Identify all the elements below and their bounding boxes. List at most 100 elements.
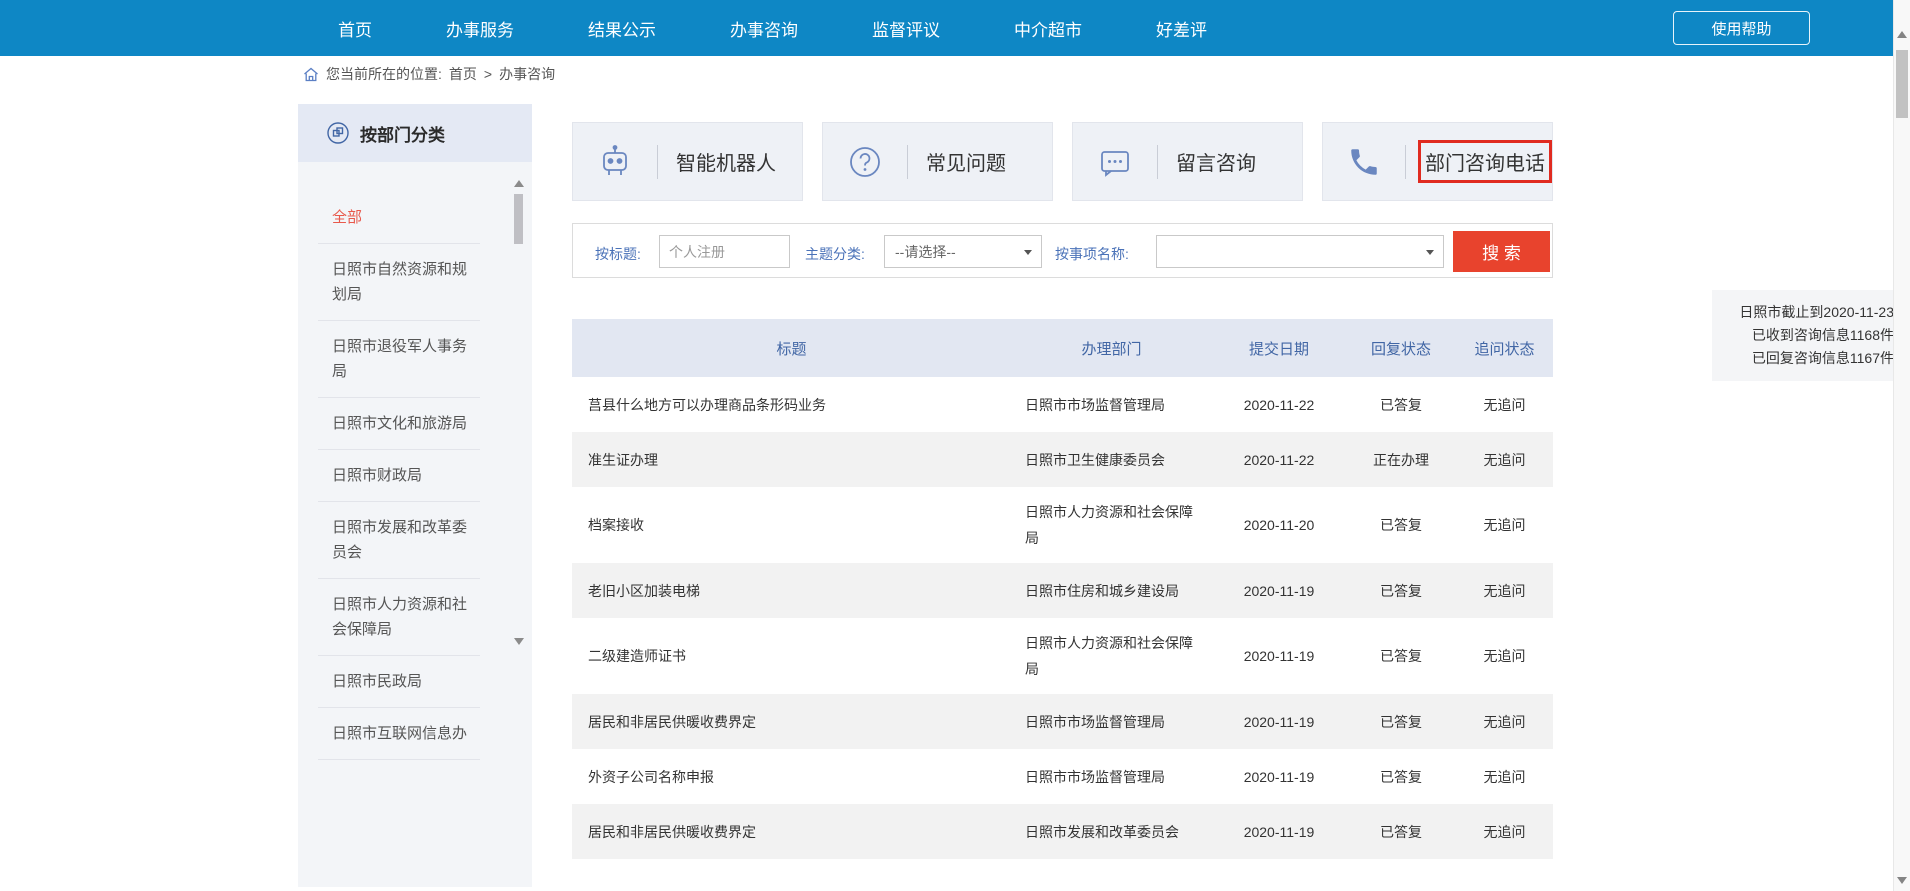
breadcrumb-prefix: 您当前所在的位置: xyxy=(326,64,442,84)
table-row: 居民和非居民供暖收费界定 日照市市场监督管理局 2020-11-19 已答复 无… xyxy=(572,694,1553,749)
sidebar-item-natural-resources[interactable]: 日照市自然资源和规划局 xyxy=(318,244,480,321)
card-smart-robot[interactable]: 智能机器人 xyxy=(572,122,803,201)
sidebar-scrollbar-thumb[interactable] xyxy=(514,194,523,244)
row-reply-status: 已答复 xyxy=(1346,646,1456,666)
row-reply-status: 正在办理 xyxy=(1346,450,1456,470)
row-date: 2020-11-20 xyxy=(1212,517,1346,533)
question-icon xyxy=(823,144,907,180)
sidebar-item-civil-affairs[interactable]: 日照市民政局 xyxy=(318,656,480,708)
card-label-smart-robot: 智能机器人 xyxy=(676,147,776,176)
row-department: 日照市人力资源和社会保障局 xyxy=(1011,630,1212,682)
sidebar-item-veterans-affairs[interactable]: 日照市退役军人事务局 xyxy=(318,321,480,398)
phone-icon xyxy=(1323,145,1405,179)
nav-item-services[interactable]: 办事服务 xyxy=(446,16,514,41)
breadcrumb-current[interactable]: 办事咨询 xyxy=(499,64,555,84)
breadcrumb-separator: > xyxy=(484,66,492,82)
stats-line-date: 日照市截止到2020-11-23 xyxy=(1721,301,1894,324)
row-date: 2020-11-19 xyxy=(1212,824,1346,840)
channel-cards: 智能机器人 常见问题 xyxy=(572,122,1553,201)
row-title-link[interactable]: 居民和非居民供暖收费界定 xyxy=(572,822,1011,842)
card-divider xyxy=(657,145,658,179)
row-date: 2020-11-22 xyxy=(1212,452,1346,468)
sidebar-item-internet-info[interactable]: 日照市互联网信息办 xyxy=(318,708,480,760)
row-title-link[interactable]: 档案接收 xyxy=(572,515,1011,535)
row-department: 日照市市场监督管理局 xyxy=(1011,392,1212,418)
column-header-department: 办理部门 xyxy=(1011,338,1212,359)
row-department: 日照市发展和改革委员会 xyxy=(1011,819,1212,845)
sidebar-header: 按部门分类 xyxy=(298,104,532,162)
card-message-consult[interactable]: 留言咨询 xyxy=(1072,122,1303,201)
nav-item-rating[interactable]: 好差评 xyxy=(1156,16,1207,41)
nav-item-home[interactable]: 首页 xyxy=(338,16,372,41)
item-name-select[interactable] xyxy=(1156,235,1444,268)
search-panel: 按标题: 主题分类: --请选择-- 按事项名称: 搜 索 xyxy=(572,223,1553,278)
main-content: 智能机器人 常见问题 xyxy=(572,122,1553,859)
row-followup-status: 无追问 xyxy=(1456,450,1553,470)
title-filter-label: 按标题: xyxy=(595,244,641,264)
scroll-down-icon[interactable] xyxy=(1897,877,1907,884)
nav-item-results[interactable]: 结果公示 xyxy=(588,16,656,41)
consultation-table: 标题 办理部门 提交日期 回复状态 追问状态 莒县什么地方可以办理商品条形码业务… xyxy=(572,319,1553,859)
row-followup-status: 无追问 xyxy=(1456,822,1553,842)
breadcrumb-home-link[interactable]: 首页 xyxy=(449,64,477,84)
row-date: 2020-11-22 xyxy=(1212,397,1346,413)
row-followup-status: 无追问 xyxy=(1456,712,1553,732)
row-title-link[interactable]: 准生证办理 xyxy=(572,450,1011,470)
table-row: 外资子公司名称申报 日照市市场监督管理局 2020-11-19 已答复 无追问 xyxy=(572,749,1553,804)
column-header-date: 提交日期 xyxy=(1212,338,1346,359)
card-label-message-consult: 留言咨询 xyxy=(1176,147,1256,176)
row-reply-status: 已答复 xyxy=(1346,395,1456,415)
breadcrumb: 您当前所在的位置: 首页 > 办事咨询 xyxy=(303,64,555,84)
card-label-faq: 常见问题 xyxy=(926,147,1006,176)
row-reply-status: 已答复 xyxy=(1346,712,1456,732)
sidebar-item-human-resources[interactable]: 日照市人力资源和社会保障局 xyxy=(318,579,480,656)
row-title-link[interactable]: 老旧小区加装电梯 xyxy=(572,581,1011,601)
table-row: 准生证办理 日照市卫生健康委员会 2020-11-22 正在办理 无追问 xyxy=(572,432,1553,487)
table-row: 二级建造师证书 日照市人力资源和社会保障局 2020-11-19 已答复 无追问 xyxy=(572,618,1553,694)
card-faq[interactable]: 常见问题 xyxy=(822,122,1053,201)
sidebar-item-culture-tourism[interactable]: 日照市文化和旅游局 xyxy=(318,398,480,450)
card-department-hotline[interactable]: 部门咨询电话 xyxy=(1322,122,1553,201)
column-header-followup-status: 追问状态 xyxy=(1456,338,1553,359)
scroll-up-icon[interactable] xyxy=(1897,31,1907,38)
row-date: 2020-11-19 xyxy=(1212,648,1346,664)
sidebar-item-development-reform[interactable]: 日照市发展和改革委员会 xyxy=(318,502,480,579)
card-divider xyxy=(907,145,908,179)
nav-item-consult[interactable]: 办事咨询 xyxy=(730,16,798,41)
row-department: 日照市卫生健康委员会 xyxy=(1011,447,1212,473)
robot-icon xyxy=(573,144,657,180)
row-department: 日照市市场监督管理局 xyxy=(1011,709,1212,735)
nav-item-agency-market[interactable]: 中介超市 xyxy=(1014,16,1082,41)
card-divider xyxy=(1157,145,1158,179)
page-scrollbar-thumb[interactable] xyxy=(1896,50,1908,118)
sidebar-item-all[interactable]: 全部 xyxy=(318,192,480,244)
row-reply-status: 已答复 xyxy=(1346,822,1456,842)
nav-item-supervision[interactable]: 监督评议 xyxy=(872,16,940,41)
table-row: 档案接收 日照市人力资源和社会保障局 2020-11-20 已答复 无追问 xyxy=(572,487,1553,563)
sidebar-item-finance[interactable]: 日照市财政局 xyxy=(318,450,480,502)
item-name-filter-label: 按事项名称: xyxy=(1055,244,1129,264)
search-button[interactable]: 搜 索 xyxy=(1453,231,1550,272)
sidebar-scroll-down-icon[interactable] xyxy=(514,638,524,645)
sidebar-scroll-up-icon[interactable] xyxy=(514,180,524,187)
row-title-link[interactable]: 外资子公司名称申报 xyxy=(572,767,1011,787)
table-body: 莒县什么地方可以办理商品条形码业务 日照市市场监督管理局 2020-11-22 … xyxy=(572,377,1553,859)
column-header-reply-status: 回复状态 xyxy=(1346,338,1456,359)
title-filter-input[interactable] xyxy=(659,235,790,268)
card-divider xyxy=(1405,145,1406,179)
row-reply-status: 已答复 xyxy=(1346,767,1456,787)
row-title-link[interactable]: 莒县什么地方可以办理商品条形码业务 xyxy=(572,395,1011,415)
row-followup-status: 无追问 xyxy=(1456,581,1553,601)
table-row: 居民和非居民供暖收费界定 日照市发展和改革委员会 2020-11-19 已答复 … xyxy=(572,804,1553,859)
category-select-value: --请选择-- xyxy=(895,242,956,262)
help-button[interactable]: 使用帮助 xyxy=(1673,11,1810,45)
page-scrollbar[interactable] xyxy=(1893,0,1910,891)
sidebar-department-filter: 按部门分类 全部 日照市自然资源和规划局 日照市退役军人事务局 日照市文化和旅游… xyxy=(298,104,532,887)
chevron-down-icon xyxy=(1426,250,1434,255)
row-followup-status: 无追问 xyxy=(1456,767,1553,787)
row-title-link[interactable]: 二级建造师证书 xyxy=(572,646,1011,666)
row-title-link[interactable]: 居民和非居民供暖收费界定 xyxy=(572,712,1011,732)
row-department: 日照市住房和城乡建设局 xyxy=(1011,578,1212,604)
card-label-department-hotline: 部门咨询电话 xyxy=(1418,140,1552,183)
category-select[interactable]: --请选择-- xyxy=(884,235,1042,268)
